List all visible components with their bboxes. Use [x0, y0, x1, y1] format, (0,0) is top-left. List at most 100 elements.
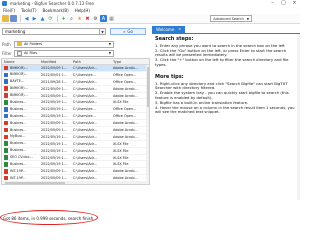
results-table: Name Modified Path Type ВИКЮЯ)... 2022/05…: [1, 58, 150, 185]
search-input[interactable]: marketing: [2, 28, 100, 35]
refresh-icon[interactable]: ⟳: [47, 15, 54, 22]
tab-welcome[interactable]: Welcome ×: [152, 26, 186, 33]
go-button[interactable]: ⌕ Go: [110, 28, 146, 35]
cell-name-text: Busines...: [10, 106, 27, 111]
cell-modified: 2022/05/19 1...: [41, 148, 68, 153]
table-row[interactable]: Busines... 2022/05/19 1... C:\Users\Adr...…: [2, 148, 149, 155]
cell-name-text: INT-19P...: [10, 168, 26, 173]
cell-path: C:\Users\de...: [73, 107, 96, 112]
open-folder-icon[interactable]: [2, 15, 9, 22]
cell-path: C:\Users\Adr...: [73, 134, 98, 139]
scrollbar-thumb[interactable]: [146, 67, 149, 107]
cell-name: Busines...: [2, 113, 39, 119]
menu-file[interactable]: File(F): [0, 8, 18, 13]
table-row[interactable]: INT-19P... 2022/05/09 1... C:\Users\Adr...…: [2, 168, 149, 176]
table-row[interactable]: Busines... 2022/05/19 1... C:\Users\de... O…: [2, 113, 149, 121]
close-icon[interactable]: ×: [289, 0, 300, 7]
forward-icon[interactable]: ▶: [31, 15, 38, 22]
cell-path: C:\Users\Adr...: [73, 121, 98, 126]
toolbar-separator: [20, 15, 21, 22]
search-steps-heading: Search steps:: [155, 36, 194, 42]
table-row[interactable]: ВИКЮЯ)... 2022/05/09 1... C:\Users\Adr... A…: [2, 86, 149, 93]
file-type-select[interactable]: All Files ▼: [14, 49, 114, 57]
cell-modified: 2022/05/09 1...: [41, 93, 68, 98]
close-icon[interactable]: ×: [178, 26, 181, 33]
translate-icon[interactable]: A: [100, 15, 107, 22]
cell-name: ВИКЮЯ)...: [2, 72, 39, 78]
table-row[interactable]: MyBusi... 2022/05/19 1... C:\Users\Adr... A…: [2, 134, 149, 141]
table-row[interactable]: Busines... 2022/05/09 1... C:\Users\Adr...…: [2, 120, 149, 128]
delete-icon[interactable]: ✖: [84, 15, 91, 22]
cell-path: C:\Users\Adr...: [73, 79, 98, 84]
file-type-icon: [4, 79, 8, 84]
cell-type: Adobe Acrob...: [113, 66, 138, 70]
cell-name: Busines...: [2, 141, 39, 147]
grid-icon[interactable]: ▦: [108, 15, 115, 22]
path-filter-row: Path All Folders ▼: [2, 40, 148, 48]
settings-icon[interactable]: ⚙: [92, 15, 99, 22]
cell-name-text: ВИКЮЯ)...: [10, 65, 28, 70]
annotation-circle: [0, 210, 98, 225]
table-row[interactable]: Busines... 2022/05/19 1... C:\Users\Adr...…: [2, 141, 149, 148]
minimize-icon[interactable]: –: [267, 0, 278, 7]
file-type-value: All Files: [24, 51, 38, 55]
file-type-icon: [4, 141, 8, 146]
file-type-icon: [4, 134, 8, 140]
chevron-down-icon: ▼: [108, 51, 111, 55]
table-row[interactable]: Busines... 2022/05/19 1... C:\Users\de... O…: [2, 106, 149, 114]
cell-name: Busines...: [2, 161, 39, 167]
cell-modified: 2022/05/01 1...: [41, 72, 68, 77]
up-icon[interactable]: ▲: [39, 15, 46, 22]
advanced-search-label: Advanced Search: [213, 16, 244, 21]
table-row[interactable]: ВИКЮЯ)... 2022/05/09 1... C:\Users\Adr... A…: [2, 65, 149, 72]
menu-tools[interactable]: Tools(T): [18, 8, 39, 13]
cell-path: C:\Users\Adr...: [73, 66, 98, 70]
table-row[interactable]: ВИКЮЯ)... 2022/05/01 1... C:\Users\de... Of…: [2, 72, 149, 79]
search-icon[interactable]: ⌕: [68, 15, 75, 22]
column-header-path[interactable]: Path: [71, 59, 111, 64]
cell-path: C:\Users\Adr...: [73, 86, 98, 91]
file-type-icon: [4, 100, 8, 105]
cell-modified: 2022/05/19 1...: [41, 141, 68, 146]
horizontal-scrollbar[interactable]: [3, 181, 149, 184]
cell-name: Busines...: [2, 99, 39, 105]
table-row[interactable]: Busines... 2022/05/19 1... C:\Users\Adr...…: [2, 99, 149, 107]
window-title: marketing - Bigfun Searcher 0.0.7.13 Fre…: [10, 1, 94, 6]
back-icon[interactable]: ◀: [23, 15, 30, 22]
path-label: Path: [2, 41, 11, 47]
path-select[interactable]: All Folders ▼: [14, 40, 114, 48]
file-type-icon: [4, 127, 8, 133]
file-type-icon: [4, 86, 8, 91]
column-header-name[interactable]: Name: [2, 59, 39, 64]
column-header-modified[interactable]: Modified: [39, 59, 71, 64]
table-row[interactable]: ВИКЮЯ)... 2022/05/09 1... C:\Users\Adr... A…: [2, 93, 149, 100]
cell-path: C:\Users\Adr...: [73, 169, 98, 174]
search-row: marketing ▼ ⌕ Go: [2, 27, 148, 36]
add-icon[interactable]: +: [60, 15, 67, 22]
table-row[interactable]: ВАУТЕ... 2021/09/28 1... C:\Users\Adr... Of…: [2, 79, 149, 86]
cell-name-text: ВИКЮЯ)...: [10, 93, 28, 98]
save-icon[interactable]: [10, 15, 17, 22]
chevron-down-icon[interactable]: ▼: [100, 28, 106, 35]
cell-path: C:\Users\Adr...: [73, 141, 98, 146]
bookmark-icon[interactable]: ★: [76, 15, 83, 22]
vertical-scrollbar[interactable]: [297, 34, 300, 200]
menu-help[interactable]: Help(H): [72, 8, 93, 13]
table-row[interactable]: Busines... 2022/05/09 1... C:\Users\Adr...…: [2, 127, 149, 134]
maximize-icon[interactable]: □: [278, 0, 289, 7]
table-row[interactable]: Busines... 2022/05/19 1... C:\Users\Adr...…: [2, 161, 149, 169]
more-tips-heading: More tips:: [155, 73, 184, 80]
table-row[interactable]: SEO CV.doc... 2022/05/19 1... C:\Users\Adr…: [2, 155, 149, 162]
cell-path: C:\Users\Adr...: [73, 128, 98, 133]
cell-modified: 2022/05/09 1...: [41, 66, 68, 70]
column-header-type[interactable]: Type: [111, 59, 149, 64]
advanced-search-dropdown[interactable]: Advanced Search ▼: [210, 15, 252, 22]
cell-path: C:\Users\Adr...: [73, 93, 98, 98]
file-type-icon: [4, 175, 8, 181]
cell-modified: 2021/09/28 1...: [41, 79, 68, 84]
table-body: ВИКЮЯ)... 2022/05/09 1... C:\Users\Adr... A…: [2, 65, 149, 184]
menu-bookmark[interactable]: Bookmark(B): [40, 8, 72, 13]
cell-modified: 2022/05/19 1...: [41, 100, 68, 105]
vertical-scrollbar[interactable]: [146, 65, 149, 183]
scrollbar-thumb[interactable]: [5, 181, 65, 184]
